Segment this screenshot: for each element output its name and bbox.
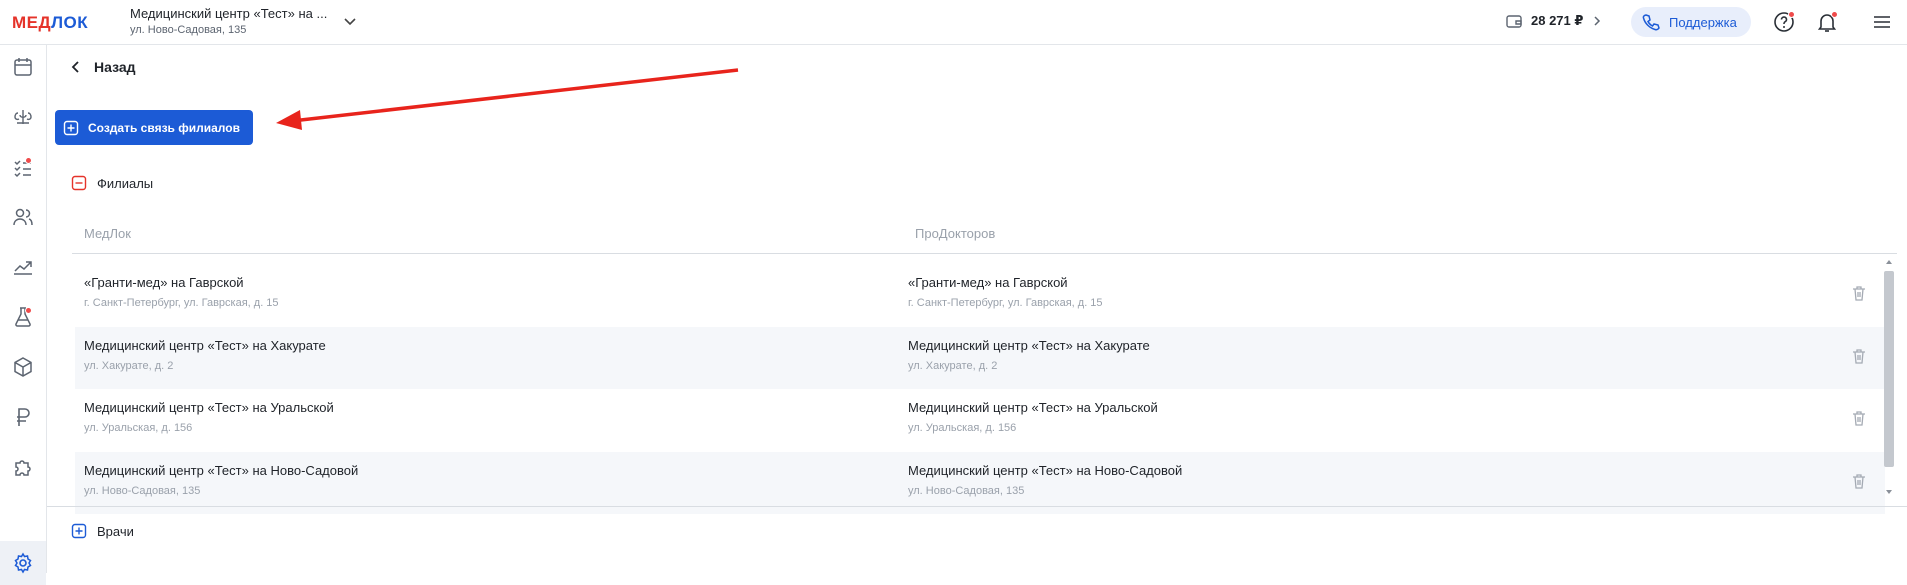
trash-icon[interactable] bbox=[1850, 347, 1868, 365]
top-bar: МЕДЛОК Медицинский центр «Тест» на ... у… bbox=[0, 0, 1907, 45]
prodoctorov-name: Медицинский центр «Тест» на Хакурате bbox=[908, 337, 1150, 353]
balance-value: 28 271 ₽ bbox=[1531, 13, 1584, 28]
sidebar bbox=[0, 45, 47, 585]
support-label: Поддержка bbox=[1669, 14, 1737, 30]
clinic-address: ул. Ново-Садовая, 135 bbox=[130, 24, 247, 36]
prodoctorov-address: г. Санкт-Петербург, ул. Гаврская, д. 15 bbox=[908, 297, 1103, 309]
medlok-address: ул. Уральская, д. 156 bbox=[84, 422, 193, 434]
table-header: МедЛок ПроДокторов bbox=[72, 219, 1897, 254]
bell-notification-dot bbox=[1831, 11, 1838, 18]
chevron-left-icon bbox=[71, 61, 79, 73]
prodoctorov-address: ул. Ново-Садовая, 135 bbox=[908, 484, 1025, 497]
table-row: Медицинский центр «Тест» на Уральской ул.… bbox=[75, 389, 1885, 452]
medlok-name: Медицинский центр «Тест» на Уральской bbox=[84, 400, 334, 415]
trend-chart-icon[interactable] bbox=[11, 255, 35, 279]
branches-table: «Гранти-мед» на Гаврской г. Санкт-Петербу… bbox=[75, 264, 1885, 514]
prodoctorov-name: «Гранти-мед» на Гаврской bbox=[908, 275, 1068, 290]
clinic-selector[interactable]: Медицинский центр «Тест» на ... ул. Ново… bbox=[130, 6, 327, 36]
medlok-address: г. Санкт-Петербург, ул. Гаврская, д. 15 bbox=[84, 297, 279, 309]
puzzle-icon[interactable] bbox=[11, 455, 35, 479]
prodoctorov-address: ул. Уральская, д. 156 bbox=[908, 422, 1017, 434]
medlok-address: ул. Ново-Садовая, 135 bbox=[84, 484, 201, 497]
phone-icon bbox=[1642, 14, 1660, 31]
logo[interactable]: МЕДЛОК bbox=[12, 13, 88, 33]
table-row: Медицинский центр «Тест» на Ново-Садовой… bbox=[75, 451, 1885, 514]
prodoctorov-name: Медицинский центр «Тест» на Ново-Садовой bbox=[908, 462, 1183, 478]
support-button[interactable]: Поддержка bbox=[1631, 7, 1751, 37]
minus-square-icon bbox=[71, 175, 87, 191]
chevron-right-icon bbox=[1594, 16, 1601, 26]
help-notification-dot bbox=[1788, 11, 1795, 18]
create-button-label: Создать связь филиалов bbox=[88, 120, 240, 135]
gear-icon[interactable] bbox=[11, 551, 35, 575]
back-label: Назад bbox=[94, 59, 136, 75]
medlok-name: Медицинский центр «Тест» на Хакурате bbox=[84, 337, 326, 353]
back-button[interactable]: Назад bbox=[70, 59, 136, 75]
clinic-name: Медицинский центр «Тест» на ... bbox=[130, 6, 328, 21]
menu-icon[interactable] bbox=[1870, 10, 1894, 34]
branches-section-toggle[interactable]: Филиалы bbox=[71, 175, 153, 191]
table-row: «Гранти-мед» на Гаврской г. Санкт-Петербу… bbox=[75, 264, 1885, 327]
table-row: Медицинский центр «Тест» на Хакурате ул. … bbox=[75, 326, 1885, 389]
box-icon[interactable] bbox=[11, 355, 35, 379]
divider bbox=[47, 506, 1907, 507]
doctors-title: Врачи bbox=[97, 523, 134, 539]
calendar-icon[interactable] bbox=[11, 55, 35, 79]
medlok-address: ул. Хакурате, д. 2 bbox=[84, 359, 174, 372]
trash-icon[interactable] bbox=[1850, 472, 1868, 490]
users-icon[interactable] bbox=[11, 205, 35, 229]
chevron-down-icon[interactable] bbox=[343, 14, 357, 28]
plus-square-icon bbox=[71, 523, 87, 539]
medlok-name: Медицинский центр «Тест» на Ново-Садовой bbox=[84, 462, 359, 478]
column-header-prodoctorov: ПроДокторов bbox=[915, 226, 996, 241]
doctors-section-toggle[interactable]: Врачи bbox=[71, 523, 134, 539]
wallet-icon bbox=[1506, 15, 1522, 28]
scrollbar-thumb[interactable] bbox=[1884, 271, 1894, 467]
plus-square-icon bbox=[63, 120, 79, 135]
balance[interactable]: 28 271 ₽ bbox=[1505, 12, 1603, 30]
prodoctorov-address: ул. Хакурате, д. 2 bbox=[908, 359, 998, 372]
prodoctorov-name: Медицинский центр «Тест» на Уральской bbox=[908, 400, 1158, 415]
checklist-notification-dot bbox=[25, 157, 32, 164]
branches-title: Филиалы bbox=[97, 175, 154, 191]
medlok-name: «Гранти-мед» на Гаврской bbox=[84, 275, 244, 290]
emblem-icon[interactable] bbox=[11, 105, 35, 129]
annotation-arrow bbox=[276, 68, 739, 130]
create-branch-link-button[interactable]: Создать связь филиалов bbox=[55, 110, 253, 145]
trash-icon[interactable] bbox=[1850, 284, 1868, 302]
flask-notification-dot bbox=[25, 307, 32, 314]
ruble-icon[interactable] bbox=[11, 405, 35, 429]
column-header-medlok: МедЛок bbox=[84, 226, 131, 241]
trash-icon[interactable] bbox=[1850, 409, 1868, 427]
